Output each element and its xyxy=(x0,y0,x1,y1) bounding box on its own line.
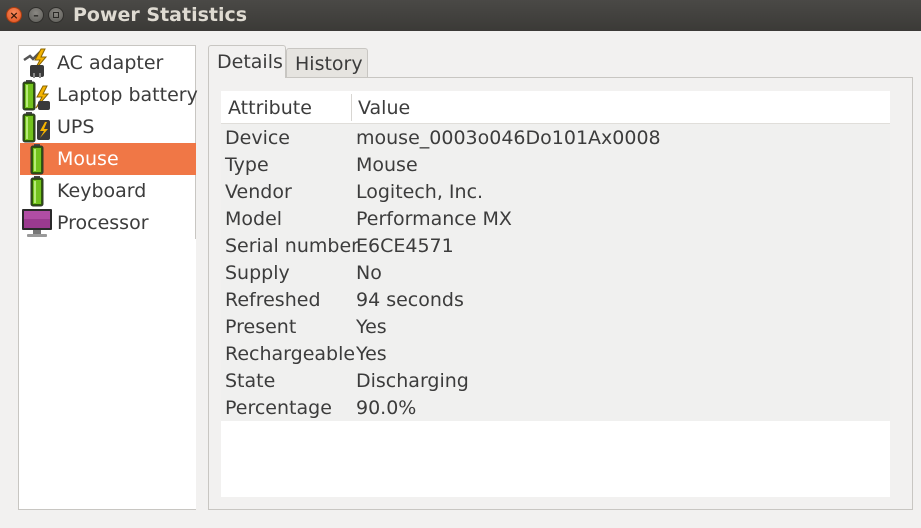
value-cell: Logitech, Inc. xyxy=(356,181,484,203)
table-row[interactable]: Percentage 90.0% xyxy=(221,395,890,422)
attribute-cell: Refreshed xyxy=(225,289,321,311)
device-item-processor[interactable]: Processor xyxy=(20,207,196,239)
value-cell: No xyxy=(356,262,382,284)
device-label: AC adapter xyxy=(57,52,164,74)
attribute-cell: Serial number xyxy=(225,235,359,257)
attribute-cell: Supply xyxy=(225,262,290,284)
device-item-laptop-battery[interactable]: Laptop battery xyxy=(20,79,198,111)
column-header-value[interactable]: Value xyxy=(358,97,410,119)
attribute-cell: Present xyxy=(225,316,297,338)
table-row[interactable]: Refreshed 94 seconds xyxy=(221,287,890,314)
table-row[interactable]: State Discharging xyxy=(221,368,890,395)
device-item-keyboard[interactable]: Keyboard xyxy=(20,175,196,207)
table-header: Attribute Value xyxy=(221,91,890,124)
value-cell: Yes xyxy=(356,316,387,338)
value-cell: Discharging xyxy=(356,370,469,392)
attribute-cell: Device xyxy=(225,127,290,149)
device-item-mouse[interactable]: Mouse xyxy=(20,143,196,175)
attribute-cell: Type xyxy=(225,154,269,176)
table-row[interactable]: Model Performance MX xyxy=(221,206,890,233)
table-row[interactable]: Vendor Logitech, Inc. xyxy=(221,179,890,206)
attribute-cell: Vendor xyxy=(225,181,292,203)
tab-details[interactable]: Details xyxy=(208,45,286,78)
device-label: UPS xyxy=(57,116,95,138)
device-list[interactable]: AC adapter Laptop battery UPS Mouse Keyb… xyxy=(18,45,198,510)
laptop-battery-icon xyxy=(22,80,50,111)
value-cell: Mouse xyxy=(356,154,418,176)
attribute-cell: Percentage xyxy=(225,397,332,419)
processor-icon xyxy=(22,209,52,237)
table-row[interactable]: Type Mouse xyxy=(221,152,890,179)
device-label: Keyboard xyxy=(57,180,147,202)
value-cell: Yes xyxy=(356,343,387,365)
value-cell: E6CE4571 xyxy=(356,235,454,257)
column-separator xyxy=(351,94,352,121)
column-header-attribute[interactable]: Attribute xyxy=(228,97,312,119)
device-label: Processor xyxy=(57,212,149,234)
device-item-ac-adapter[interactable]: AC adapter xyxy=(20,47,196,79)
mouse-battery-icon xyxy=(30,144,44,175)
table-row[interactable]: Supply No xyxy=(221,260,890,287)
tab-history[interactable]: History xyxy=(286,48,368,78)
details-table[interactable]: Attribute Value Device mouse_0003o046Do1… xyxy=(221,91,890,497)
minimize-window-button[interactable]: – xyxy=(28,7,44,23)
value-cell: 94 seconds xyxy=(356,289,464,311)
keyboard-battery-icon xyxy=(30,176,44,207)
table-row[interactable]: Rechargeable Yes xyxy=(221,341,890,368)
ac-adapter-icon xyxy=(23,48,48,78)
maximize-window-button[interactable] xyxy=(48,7,64,23)
value-cell: mouse_0003o046Do101Ax0008 xyxy=(356,127,661,149)
window-title: Power Statistics xyxy=(73,4,248,26)
table-row[interactable]: Serial number E6CE4571 xyxy=(221,233,890,260)
title-bar: × – Power Statistics xyxy=(0,0,921,31)
device-label: Mouse xyxy=(57,148,119,170)
attribute-cell: Model xyxy=(225,208,283,230)
device-item-ups[interactable]: UPS xyxy=(20,111,196,143)
device-list-background xyxy=(20,239,196,509)
device-label: Laptop battery xyxy=(57,84,198,106)
table-row[interactable]: Device mouse_0003o046Do101Ax0008 xyxy=(221,125,890,152)
attribute-cell: State xyxy=(225,370,276,392)
close-window-button[interactable]: × xyxy=(6,7,22,23)
attribute-cell: Rechargeable xyxy=(225,343,356,365)
ups-icon xyxy=(22,112,50,143)
value-cell: Performance MX xyxy=(356,208,512,230)
table-row[interactable]: Present Yes xyxy=(221,314,890,341)
value-cell: 90.0% xyxy=(356,397,417,419)
